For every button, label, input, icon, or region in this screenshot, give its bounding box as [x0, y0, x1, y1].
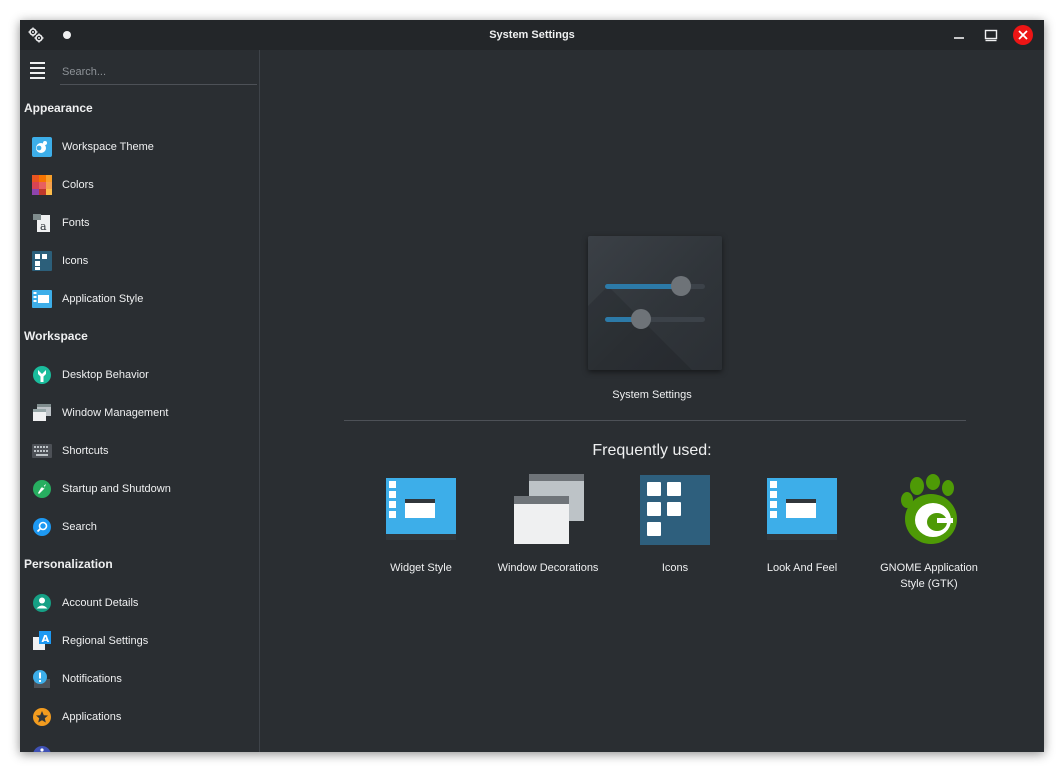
minimize-icon: [954, 37, 964, 39]
section-title-appearance: Appearance: [24, 101, 93, 115]
fonts-icon: a: [32, 213, 52, 233]
divider: [344, 420, 966, 421]
notification-icon: [32, 669, 52, 689]
window-decorations-icon: [512, 474, 584, 546]
gnome-foot-icon: [893, 474, 965, 546]
keyboard-icon: [32, 441, 52, 461]
sidebar: Appearance Workspace Theme Colors a Font…: [20, 50, 260, 752]
window-management-icon: [32, 403, 52, 423]
frequently-used-look-and-feel[interactable]: Look And Feel: [742, 474, 862, 576]
sidebar-item-window-management[interactable]: Window Management: [20, 394, 259, 432]
svg-text:a: a: [40, 220, 47, 233]
sidebar-item-shortcuts[interactable]: Shortcuts: [20, 432, 259, 470]
title-bar: System Settings: [20, 20, 1044, 50]
sidebar-item-startup-and-shutdown[interactable]: Startup and Shutdown: [20, 470, 259, 508]
frequently-used-title: Frequently used:: [592, 442, 712, 459]
sidebar-item-applications[interactable]: Applications: [20, 698, 259, 736]
sidebar-item-partial[interactable]: [20, 736, 259, 752]
close-button[interactable]: [1012, 20, 1034, 50]
frequently-used-widget-style[interactable]: Widget Style: [361, 474, 481, 576]
user-icon: [32, 593, 52, 613]
section-title-personalization: Personalization: [24, 557, 113, 571]
frequently-used-icons[interactable]: Icons: [615, 474, 735, 576]
sidebar-item-search[interactable]: Search: [20, 508, 259, 546]
close-icon[interactable]: [1013, 25, 1033, 45]
search-input[interactable]: [60, 60, 257, 85]
sidebar-item-workspace-theme[interactable]: Workspace Theme: [20, 128, 259, 166]
sidebar-item-desktop-behavior[interactable]: Desktop Behavior: [20, 356, 259, 394]
maximize-icon: [984, 29, 998, 42]
sidebar-item-colors[interactable]: Colors: [20, 166, 259, 204]
minimize-button[interactable]: [948, 20, 970, 50]
system-settings-sliders-icon: [588, 236, 722, 370]
system-settings-window: System Settings Appearance Workspace The…: [20, 20, 1044, 752]
look-and-feel-icon: [766, 474, 838, 546]
sidebar-item-account-details[interactable]: Account Details: [20, 584, 259, 622]
icons-icon: [639, 474, 711, 546]
window-title: System Settings: [489, 29, 575, 41]
desktop-behavior-icon: [32, 365, 52, 385]
hero-label: System Settings: [612, 389, 692, 401]
sidebar-item-notifications[interactable]: Notifications: [20, 660, 259, 698]
sidebar-item-fonts[interactable]: a Fonts: [20, 204, 259, 242]
star-icon: [32, 707, 52, 727]
svg-text:A: A: [42, 634, 50, 645]
search-icon: [32, 517, 52, 537]
colors-icon: [32, 175, 52, 195]
regional-settings-icon: A: [32, 631, 52, 651]
icons-icon: [32, 251, 52, 271]
section-title-workspace: Workspace: [24, 329, 88, 343]
sidebar-item-regional-settings[interactable]: A Regional Settings: [20, 622, 259, 660]
main-content: System Settings Frequently used: Widget …: [260, 50, 1044, 752]
widget-style-icon: [385, 474, 457, 546]
maximize-button[interactable]: [980, 20, 1002, 50]
sidebar-item-icons[interactable]: Icons: [20, 242, 259, 280]
hamburger-menu-icon[interactable]: [30, 58, 48, 82]
rocket-icon: [32, 479, 52, 499]
frequently-used-gnome-application-style[interactable]: GNOME Application Style (GTK): [869, 474, 989, 592]
application-style-icon: [32, 289, 52, 309]
frequently-used-window-decorations[interactable]: Window Decorations: [488, 474, 608, 576]
sidebar-item-application-style[interactable]: Application Style: [20, 280, 259, 318]
accessibility-icon: [32, 745, 52, 752]
workspace-theme-icon: [32, 137, 52, 157]
